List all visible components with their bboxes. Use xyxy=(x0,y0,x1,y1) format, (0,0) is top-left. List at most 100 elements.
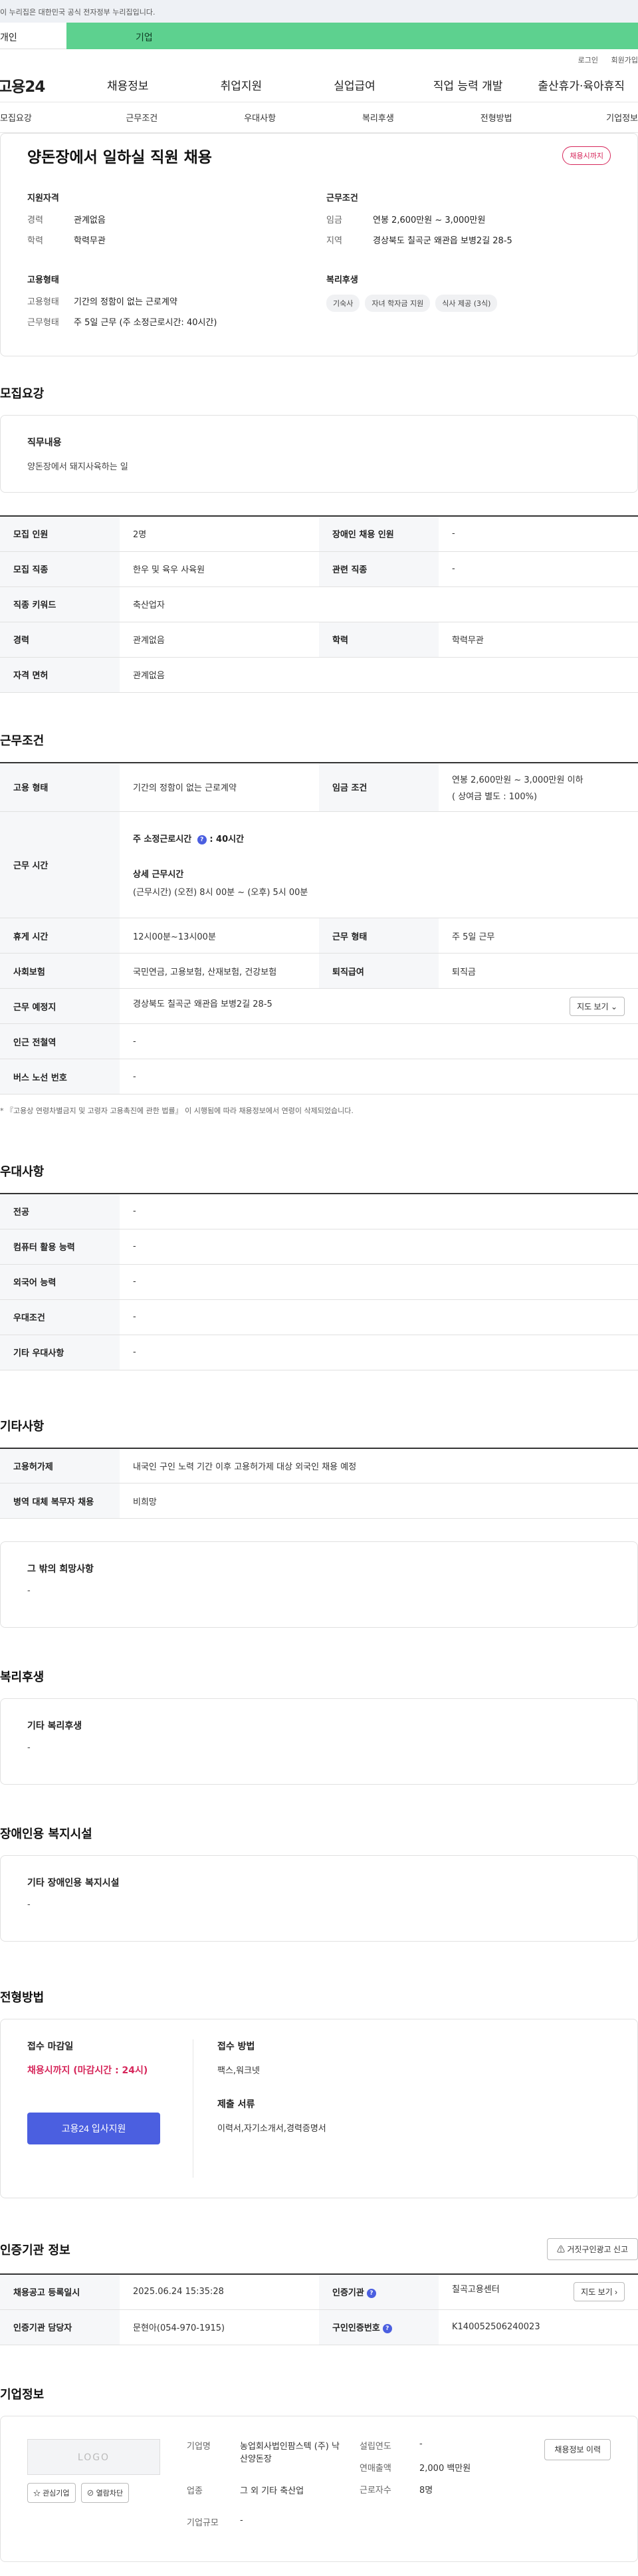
table-row: 사회보험 국민연금, 고용보험, 산재보험, 건강보험 퇴직급여 퇴직금 xyxy=(0,953,638,989)
cert-num-label: 구인인증번호 xyxy=(332,2323,380,2333)
cell-value: 관계없음 xyxy=(120,657,638,693)
prefer-table: 전공 - 컴퓨터 활용 능력 - 외국어 능력 - 우대조건 - 기타 우대사항 - xyxy=(0,1193,638,1370)
subnav-welfare[interactable]: 복리후생 xyxy=(319,111,437,124)
section-title-company: 기업정보 xyxy=(0,2387,45,2402)
cell-value: - xyxy=(120,1264,638,1300)
cell-value: - xyxy=(120,1023,638,1059)
kv-value: 기간의 정함이 없는 근로계약 xyxy=(74,297,177,307)
cell-key: 기타 우대사항 xyxy=(0,1335,120,1370)
kv-row: 경력 관계없음 xyxy=(27,213,326,225)
cell-value: 2명 xyxy=(120,516,319,552)
chevron-right-icon: › xyxy=(615,2287,617,2297)
cell-value: 비희망 xyxy=(120,1483,638,1519)
cell-key: 고용허가제 xyxy=(0,1448,120,1483)
table-row: 버스 노선 번호 - xyxy=(0,1059,638,1095)
section-title-selection: 전형방법 xyxy=(0,1991,45,2005)
kv-key: 경력 xyxy=(27,215,43,225)
qualification-heading: 지원자격 xyxy=(27,193,59,203)
star-icon: ☆ xyxy=(33,2489,41,2498)
section-title-disability: 장애인용 복지시설 xyxy=(0,1827,92,1841)
cell-key: 직종 키워드 xyxy=(0,586,120,622)
tab-personal[interactable]: 개인 xyxy=(0,23,66,49)
table-row: 우대조건 - xyxy=(0,1299,638,1335)
kv-row: 임금 연봉 2,600만원 ~ 3,000만원 xyxy=(326,213,625,225)
table-row: 병역 대체 복무자 채용 비희망 xyxy=(0,1483,638,1519)
gnb-item-support[interactable]: 취업지원 xyxy=(185,76,298,93)
welfare-chip: 기숙사 xyxy=(326,295,360,312)
subnav-selection[interactable]: 전형방법 xyxy=(437,111,556,124)
apply-button[interactable]: 고용24 입사지원 xyxy=(27,2113,160,2144)
disability-box: 기타 장애인용 복지시설 - xyxy=(0,1855,638,1942)
cell-key: 버스 노선 번호 xyxy=(0,1059,120,1095)
cell-key: 우대조건 xyxy=(0,1299,120,1335)
hours-label: 주 소정근로시간 xyxy=(133,835,192,844)
map-button[interactable]: 지도 보기 ⌄ xyxy=(570,996,625,1016)
cell-key: 자격 면허 xyxy=(0,657,120,693)
cell-value: - xyxy=(120,1299,638,1335)
favorite-company-button[interactable]: ☆ 관심기업 xyxy=(27,2482,76,2503)
duty-heading: 직무내용 xyxy=(27,438,62,448)
kv-row: 지역 경상북도 칠곡군 왜관읍 보병2길 28-5 xyxy=(326,233,625,246)
company-info-grid: 기업명 농업회사법인팜스텍 (주) 낙산양돈장 업종 그 외 기타 축산업 기업규모… xyxy=(187,2439,346,2539)
top-tabs: 개인 기업 xyxy=(0,23,638,49)
wage-bonus: ( 상여금 별도 : 100%) xyxy=(452,791,538,802)
cell-key: 채용공고 등록일시 xyxy=(0,2274,120,2310)
table-row: 근무 시간 주 소정근로시간 ? : 40시간 상세 근무시간 (근무시간) (… xyxy=(0,811,638,918)
deadline-area: 접수 마감일 채용시까지 (마감시간 : 24시) 고용24 입사지원 xyxy=(27,2039,193,2178)
hours-value: : 40시간 xyxy=(209,835,245,844)
kv-key: 고용형태 xyxy=(27,297,59,307)
recruit-table: 모집 인원 2명 장애인 채용 인원 - 모집 직종 한우 및 육우 사육원 관… xyxy=(0,515,638,693)
help-icon[interactable]: ? xyxy=(197,835,207,844)
cert-map-button[interactable]: 지도 보기 › xyxy=(574,2282,625,2302)
signup-link[interactable]: 회원가입 xyxy=(611,56,638,64)
gnb-item-jobs[interactable]: 채용정보 xyxy=(71,76,185,93)
cert-header: 인증기관 정보 ⚠ 거짓구인광고 신고 xyxy=(0,2198,638,2273)
method-value: 팩스,워크넷 xyxy=(217,2066,260,2076)
subnav-recruit[interactable]: 모집요강 xyxy=(0,111,82,124)
block-view-button[interactable]: ⊘ 열람차단 xyxy=(80,2482,130,2503)
job-history-button[interactable]: 채용정보 이력 xyxy=(544,2438,611,2460)
job-summary-card: 양돈장에서 일하실 직원 채용 채용시까지 지원자격 경력 관계없음 학력 학력무관… xyxy=(0,133,638,356)
section-title-etc: 기타사항 xyxy=(0,1419,45,1434)
cell-key: 사회보험 xyxy=(0,953,120,989)
cert-map-button-label: 지도 보기 xyxy=(581,2287,613,2297)
login-link[interactable]: 로그인 xyxy=(578,56,598,64)
report-ad-button[interactable]: ⚠ 거짓구인광고 신고 xyxy=(546,2238,638,2260)
subnav-company[interactable]: 기업정보 xyxy=(556,111,638,124)
summary-grid: 지원자격 경력 관계없음 학력 학력무관 근무조건 임금 연봉 2,600만원 ~ 3… xyxy=(1,167,637,336)
site-logo[interactable]: 고용24 xyxy=(0,74,71,96)
cell-value: - xyxy=(120,1229,638,1265)
gnb-item-unemployment[interactable]: 실업급여 xyxy=(298,76,411,93)
method-area: 접수 방법 팩스,워크넷 제출 서류 이력서,자기소개서,경력증명서 xyxy=(193,2039,326,2178)
section-title-benefit: 복리후생 xyxy=(0,1670,45,1684)
tab-company[interactable]: 기업 xyxy=(66,23,638,49)
kv-value: 관계없음 xyxy=(74,215,106,225)
deadline-value: 채용시까지 (마감시간 : 24시) xyxy=(27,2065,148,2076)
company-industry: 그 외 기타 축산업 xyxy=(240,2486,304,2496)
info-key: 근로자수 xyxy=(360,2485,391,2496)
cell-value: 주 소정근로시간 ? : 40시간 상세 근무시간 (근무시간) (오전) 8시… xyxy=(120,811,638,918)
help-icon[interactable]: ? xyxy=(366,2288,376,2298)
employment-block: 고용형태 고용형태 기간의 정함이 없는 근로계약 근무형태 주 5일 근무 (주 … xyxy=(27,273,326,336)
method-heading: 접수 방법 xyxy=(217,2041,255,2052)
company-box: LOGO ☆ 관심기업 ⊘ 열람차단 기업명 농업회사법인팜스텍 (주) 낙산양돈… xyxy=(0,2415,638,2562)
docs-heading: 제출 서류 xyxy=(217,2099,255,2110)
disability-text: - xyxy=(27,1900,31,1910)
cell-key: 근무 예정지 xyxy=(0,988,120,1024)
other-hope-heading: 그 밖의 희망사항 xyxy=(27,1564,94,1575)
job-title-row: 양돈장에서 일하실 직원 채용 채용시까지 xyxy=(1,134,637,167)
help-icon[interactable]: ? xyxy=(382,2323,392,2333)
kv-key: 지역 xyxy=(326,236,342,246)
subnav-prefer[interactable]: 우대사항 xyxy=(201,111,319,124)
cell-key: 장애인 채용 인원 xyxy=(319,516,439,552)
cell-key: 컴퓨터 활용 능력 xyxy=(0,1229,120,1265)
gnb-item-training[interactable]: 직업 능력 개발 xyxy=(411,76,525,93)
cell-key: 병역 대체 복무자 채용 xyxy=(0,1483,120,1519)
subnav-conditions[interactable]: 근무조건 xyxy=(82,111,201,124)
cell-key: 모집 직종 xyxy=(0,551,120,587)
selection-box: 접수 마감일 채용시까지 (마감시간 : 24시) 고용24 입사지원 접수 방… xyxy=(0,2019,638,2198)
gnb-item-leave[interactable]: 출산휴가·육아휴직 xyxy=(524,76,638,93)
cell-key: 인증기관? xyxy=(319,2274,439,2310)
company-logo: LOGO xyxy=(27,2438,160,2475)
cell-value: - xyxy=(120,1335,638,1370)
